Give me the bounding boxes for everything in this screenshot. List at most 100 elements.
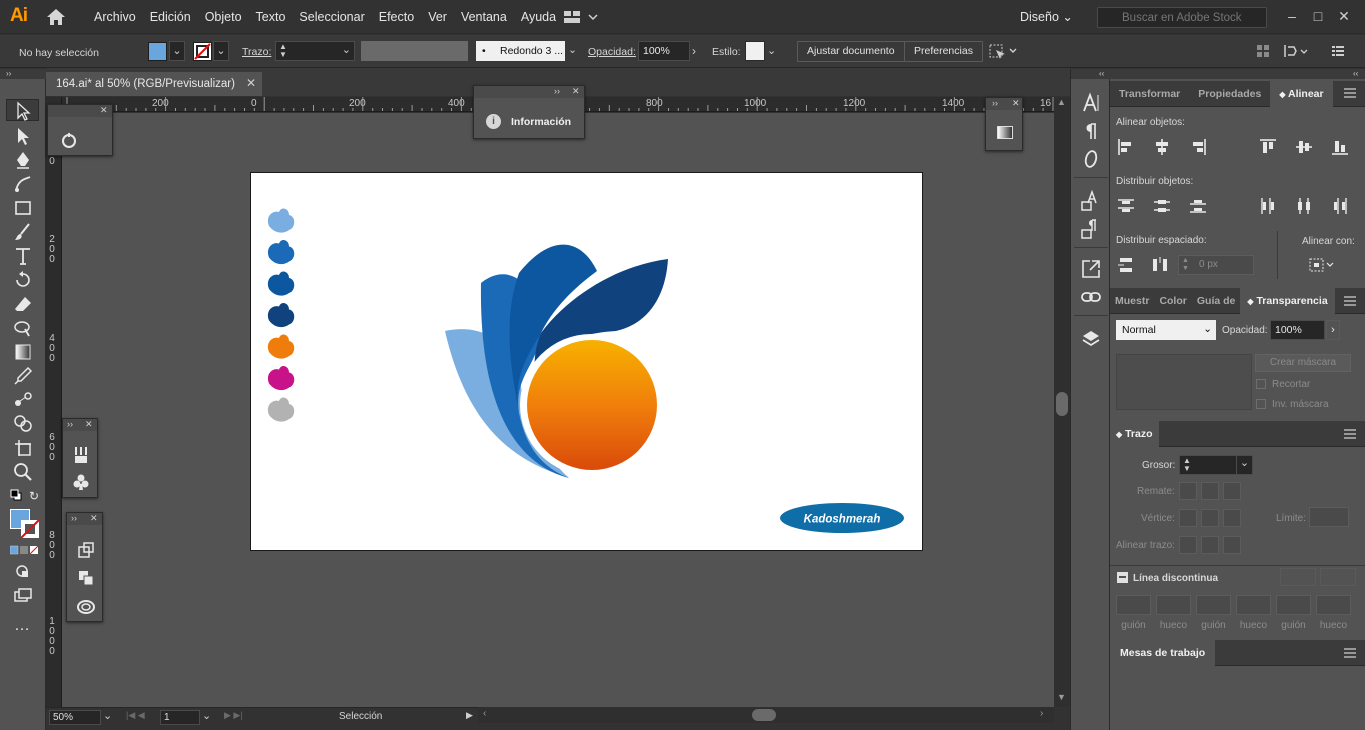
opacity-field[interactable]: 100% — [638, 41, 690, 61]
chevron-down-icon[interactable]: ⌄ — [202, 709, 211, 722]
paragraph-styles-icon[interactable] — [1079, 217, 1103, 241]
chevron-right-icon[interactable]: › — [1326, 320, 1340, 340]
vertical-scroll-thumb[interactable] — [1056, 392, 1068, 416]
menu-seleccionar[interactable]: Seleccionar — [292, 0, 371, 34]
tab-stroke[interactable]: ◆ Trazo — [1110, 420, 1159, 447]
tab-transparency[interactable]: ◆ Transparencia — [1240, 287, 1335, 314]
projecting-cap-icon[interactable] — [1223, 482, 1241, 500]
eraser-tool-icon[interactable] — [12, 293, 34, 315]
fill-dropdown[interactable]: ⌄ — [169, 41, 185, 61]
stock-search-input[interactable] — [1097, 7, 1267, 28]
appearance-icon[interactable] — [60, 131, 78, 152]
stroke-dropdown[interactable]: ⌄ — [213, 41, 229, 61]
arrange-documents-icon[interactable] — [563, 9, 599, 28]
round-cap-icon[interactable] — [1201, 482, 1219, 500]
align-bottom-icon[interactable] — [1330, 137, 1350, 157]
shape-builder-tool-icon[interactable] — [12, 413, 34, 435]
curvature-tool-icon[interactable] — [12, 173, 34, 195]
tab-color-guide[interactable]: Guía de — [1192, 288, 1241, 314]
chevron-right-icon[interactable]: › — [692, 44, 696, 58]
creative-cloud-libraries-icon[interactable] — [76, 597, 96, 618]
stroke-swatch[interactable] — [193, 42, 212, 61]
info-panel[interactable]: ›› ✕ i Información — [473, 85, 585, 139]
export-icon[interactable] — [1079, 257, 1103, 281]
tab-color[interactable]: Color — [1154, 288, 1191, 314]
status-menu-icon[interactable]: ▶ — [466, 710, 473, 721]
swap-colors-icon[interactable]: ↻ — [29, 489, 39, 503]
align-horizontal-center-icon[interactable] — [1152, 137, 1172, 157]
eyedropper-tool-icon[interactable] — [12, 365, 34, 387]
menu-efecto[interactable]: Efecto — [372, 0, 421, 34]
close-tab-icon[interactable]: ✕ — [246, 76, 256, 90]
distribute-top-icon[interactable] — [1116, 196, 1136, 216]
rectangle-tool-icon[interactable] — [12, 197, 34, 219]
zoom-field[interactable]: 50% — [49, 710, 101, 725]
align-dash-corners-icon[interactable] — [1320, 568, 1356, 586]
panel-stroke-weight-field[interactable]: ▲ ▼ ⌄ — [1179, 455, 1253, 475]
close-icon[interactable]: ✕ — [90, 513, 98, 524]
stroke-weight-field[interactable]: ▲ ▼ ⌄ — [275, 41, 355, 61]
distribute-vertical-space-icon[interactable] — [1116, 255, 1136, 275]
panel-header[interactable]: ›› ✕ — [63, 419, 97, 431]
panel-menu-icon[interactable] — [1344, 648, 1356, 661]
chevron-down-icon[interactable]: ⌄ — [767, 44, 776, 57]
horizontal-scroll-thumb[interactable] — [752, 709, 776, 721]
close-icon[interactable]: ✕ — [572, 86, 580, 97]
dashed-line-checkbox[interactable] — [1117, 572, 1128, 583]
close-icon[interactable]: ✕ — [1012, 98, 1020, 109]
character-icon[interactable] — [1079, 91, 1103, 115]
menu-edicion[interactable]: Edición — [143, 0, 198, 34]
dash-field-2[interactable] — [1196, 595, 1231, 615]
links-icon[interactable] — [1079, 285, 1103, 309]
graphic-style-swatch[interactable] — [745, 41, 765, 61]
symbols-club-icon[interactable] — [72, 473, 90, 494]
variable-width-profile[interactable] — [361, 41, 468, 61]
collapse-arrows-icon[interactable]: ›› — [67, 419, 73, 429]
panel-header[interactable]: ›› ✕ — [67, 513, 102, 525]
align-stroke-center-icon[interactable] — [1179, 536, 1197, 554]
distribute-left-icon[interactable] — [1258, 196, 1278, 216]
gradient-icon[interactable] — [997, 126, 1013, 139]
menu-archivo[interactable]: Archivo — [87, 0, 143, 34]
dash-field-3[interactable] — [1276, 595, 1311, 615]
transform-icon[interactable] — [1283, 43, 1309, 62]
gap-field-1[interactable] — [1156, 595, 1191, 615]
align-top-icon[interactable] — [1258, 137, 1278, 157]
dash-field-1[interactable] — [1116, 595, 1151, 615]
blend-mode-select[interactable]: Normal ⌄ — [1116, 320, 1216, 340]
brushes-symbols-mini-panel[interactable]: ›› ✕ — [62, 418, 98, 498]
menu-ayuda[interactable]: Ayuda — [514, 0, 563, 34]
distribute-right-icon[interactable] — [1330, 196, 1350, 216]
distribute-vertical-center-icon[interactable] — [1152, 196, 1172, 216]
zoom-tool-icon[interactable] — [12, 461, 34, 483]
opacity-label[interactable]: Opacidad: — [588, 46, 636, 58]
select-similar-icon[interactable] — [988, 42, 1018, 63]
tab-swatches[interactable]: Muestr — [1110, 288, 1154, 314]
butt-cap-icon[interactable] — [1179, 482, 1197, 500]
artboard-number-field[interactable]: 1 — [160, 710, 200, 725]
distribute-horizontal-space-icon[interactable] — [1150, 255, 1170, 275]
align-vertical-center-icon[interactable] — [1294, 137, 1314, 157]
stroke-label[interactable]: Trazo: — [242, 46, 271, 58]
appearance-mini-panel[interactable]: ✕ — [47, 104, 113, 156]
menu-texto[interactable]: Texto — [249, 0, 293, 34]
panel-menu-icon[interactable] — [1330, 43, 1346, 62]
workspace-switcher[interactable]: Diseño ⌄ — [1020, 0, 1073, 34]
chevron-down-icon[interactable]: ⌄ — [103, 709, 112, 722]
drawing-mode-icon[interactable] — [12, 561, 34, 583]
document-tab[interactable]: 164.ai* al 50% (RGB/Previsualizar) — [46, 72, 262, 96]
panel-header[interactable]: ✕ — [48, 105, 112, 117]
round-join-icon[interactable] — [1201, 509, 1219, 527]
menu-ver[interactable]: Ver — [421, 0, 454, 34]
clip-checkbox[interactable] — [1256, 379, 1266, 389]
direct-selection-tool-icon[interactable] — [12, 125, 34, 147]
more-tools-icon[interactable]: … — [14, 617, 31, 635]
invert-mask-checkbox[interactable] — [1256, 399, 1266, 409]
color-mode-icons[interactable] — [9, 545, 39, 558]
paintbrush-tool-icon[interactable] — [12, 221, 34, 243]
align-right-icon[interactable] — [1188, 137, 1208, 157]
align-to-selection-icon[interactable] — [1308, 257, 1334, 276]
tab-align[interactable]: ◆ Alinear — [1270, 80, 1333, 107]
home-icon[interactable] — [46, 8, 66, 26]
gradient-tool-icon[interactable] — [12, 341, 34, 363]
